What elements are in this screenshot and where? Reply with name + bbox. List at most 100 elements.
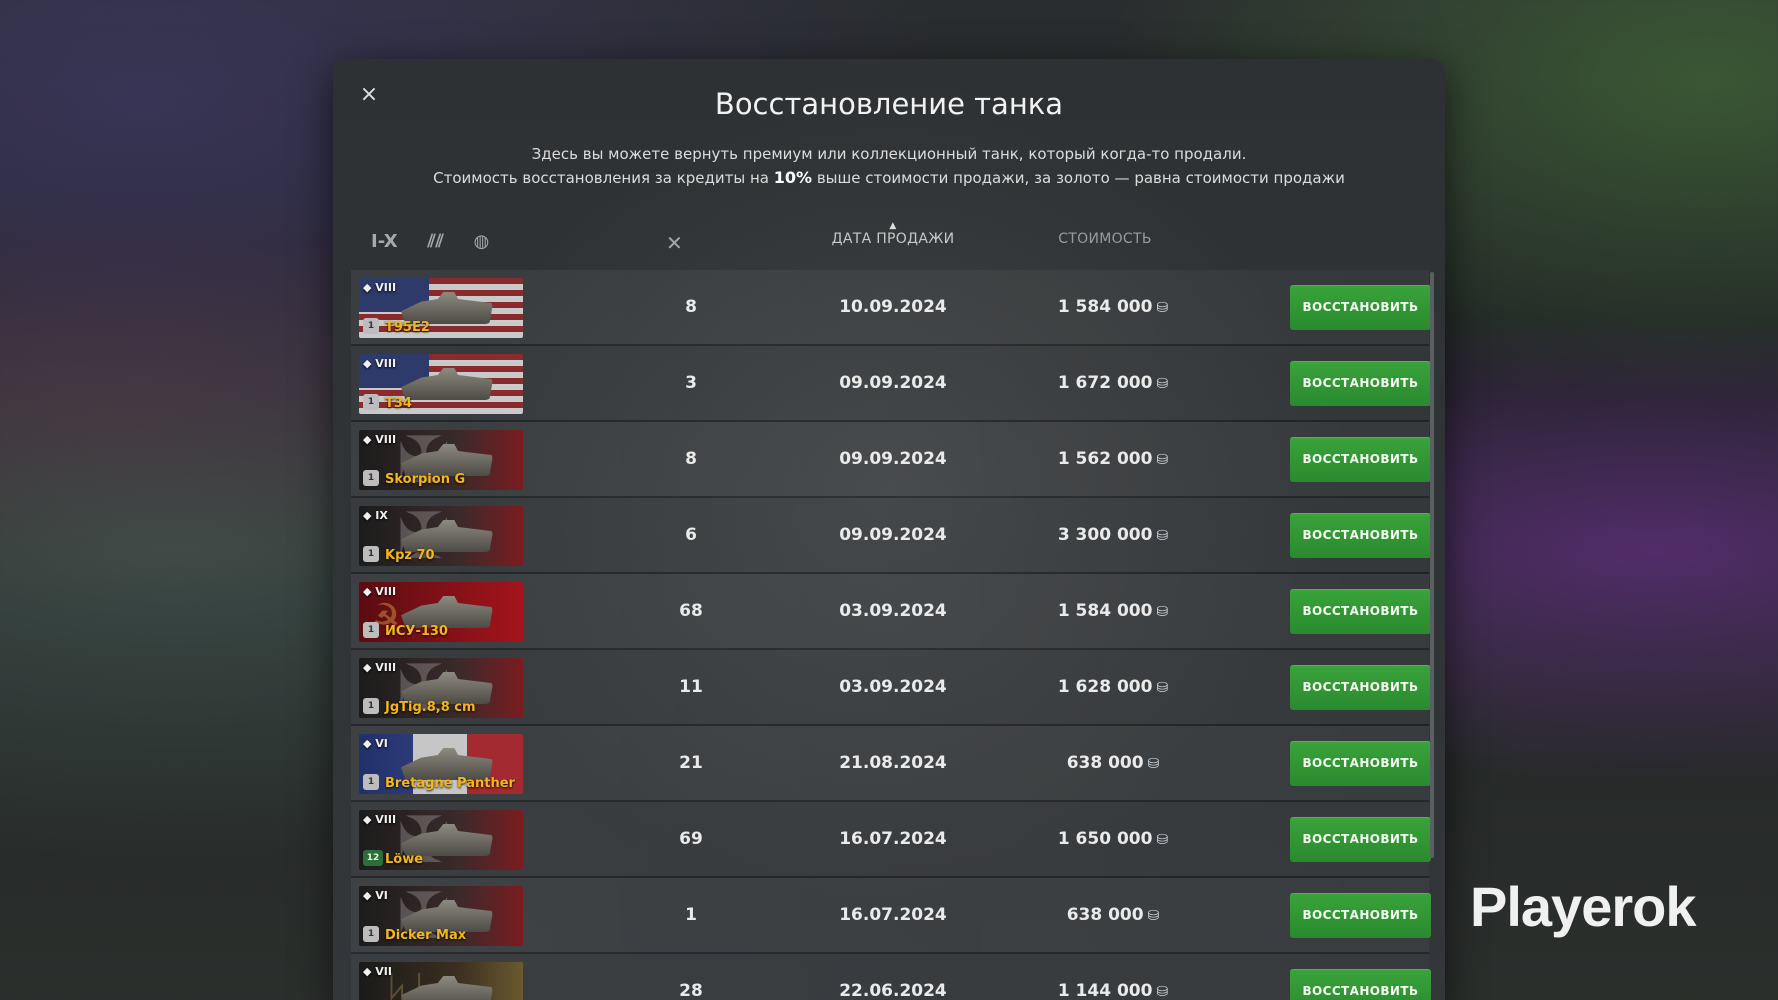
tank-row: ◆ VIII 12 Löwe 69 16.07.2024 1 650 000⛁ … [351, 802, 1431, 878]
credits-icon: ⛁ [1156, 452, 1169, 468]
restore-button[interactable]: ВОССТАНОВИТЬ [1290, 361, 1431, 406]
cost-value: 3 300 000 [1057, 525, 1153, 545]
credits-icon: ⛁ [1147, 908, 1160, 924]
mastery-badge: 1 [363, 774, 379, 790]
tank-list: ◆ VIII 1 T95E2 8 10.09.2024 1 584 000 ⛁ В… [351, 270, 1431, 1000]
tier-value: VII [375, 965, 392, 978]
cost-value: 1 584 000 [1057, 297, 1153, 317]
restore-cost: 638 000 ⛁ [1003, 753, 1223, 773]
crossed-swords-icon[interactable]: ✕ [666, 231, 683, 255]
cost-value: 1 628 000 [1057, 677, 1153, 697]
restore-cost: 1 584 000 ⛁ [1003, 297, 1223, 317]
tier-value: VIII [375, 433, 397, 446]
restore-button[interactable]: ВОССТАНОВИТЬ [1290, 817, 1431, 862]
battles-count: 8 [685, 297, 697, 317]
tier-label: ◆ VI [363, 737, 388, 750]
sale-date: 03.09.2024 [839, 601, 947, 621]
column-header-cost[interactable]: СТОИМОСТЬ [1045, 231, 1165, 247]
sale-date: 09.09.2024 [839, 449, 947, 469]
credits-icon: ⛁ [1156, 376, 1169, 392]
restore-button[interactable]: ВОССТАНОВИТЬ [1290, 437, 1431, 482]
restore-button[interactable]: ВОССТАНОВИТЬ [1290, 969, 1431, 1000]
mastery-badge: 12 [363, 850, 383, 866]
restore-tank-modal: × Восстановление танка Здесь вы можете в… [333, 59, 1445, 1000]
tank-row: ◆ VIII 1 JgTig.8,8 cm 11 03.09.2024 1 62… [351, 650, 1431, 726]
tier-value: VIII [375, 281, 397, 294]
sale-date: 10.09.2024 [839, 297, 947, 317]
tank-card: ◆ VIII 12 Löwe [359, 810, 523, 870]
battles-count: 8 [685, 449, 697, 469]
sale-date: 16.07.2024 [839, 905, 947, 925]
tank-row: ◆ VI 1 Bretagne Panther 21 21.08.2024 63… [351, 726, 1431, 802]
mastery-badge: 1 [363, 546, 379, 562]
tier-value: VIII [375, 813, 397, 826]
tank-row: ◆ VIII 1 ИСУ-130 68 03.09.2024 1 584 000… [351, 574, 1431, 650]
tier-label: ◆ IX [363, 509, 388, 522]
mastery-badge: 1 [363, 622, 379, 638]
restore-cost: 3 300 000 ⛁ [1003, 525, 1223, 545]
restore-button[interactable]: ВОССТАНОВИТЬ [1290, 513, 1431, 558]
filter-bar: I-X ⫽⫽ ◍ [371, 231, 489, 252]
restore-cost: 1 650 000 ⛁ [1003, 829, 1223, 849]
tier-label: ◆ VII [363, 965, 392, 978]
tank-image [401, 368, 493, 400]
sale-date: 09.09.2024 [839, 373, 947, 393]
restore-button[interactable]: ВОССТАНОВИТЬ [1290, 741, 1431, 786]
tank-name: Bretagne Panther [385, 776, 515, 791]
description-text: Стоимость восстановления за кредиты на [433, 169, 774, 187]
tank-name: T95E2 [385, 320, 430, 335]
tank-image [401, 976, 493, 1000]
battles-count: 28 [679, 981, 703, 1000]
watermark-logo: Playerok [1470, 875, 1696, 938]
tier-label: ◆ VIII [363, 433, 397, 446]
tank-name: Skorpion G [385, 472, 466, 487]
description-text: выше стоимости продажи, за золото — равн… [812, 169, 1345, 187]
mastery-badge: 1 [363, 698, 379, 714]
cost-value: 638 000 [1066, 753, 1144, 773]
sale-date: 22.06.2024 [839, 981, 947, 1000]
tier-label: ◆ VIII [363, 357, 397, 370]
restore-cost: 1 672 000 ⛁ [1003, 373, 1223, 393]
description-line-2: Стоимость восстановления за кредиты на 1… [333, 166, 1445, 190]
restore-cost: 1 628 000 ⛁ [1003, 677, 1223, 697]
description-percent: 10% [773, 168, 813, 187]
tank-row: ◆ IX 1 Kpz 70 6 09.09.2024 3 300 000⛁ ВО… [351, 498, 1431, 574]
tank-name: Kpz 70 [385, 548, 435, 563]
globe-icon[interactable]: ◍ [474, 231, 490, 252]
sale-date: 03.09.2024 [839, 677, 947, 697]
tank-name: ИСУ-130 [385, 624, 448, 639]
battles-count: 11 [679, 677, 703, 697]
restore-button[interactable]: ВОССТАНОВИТЬ [1290, 589, 1431, 634]
tank-name: Dicker Max [385, 928, 467, 943]
tier-value: VIII [375, 585, 397, 598]
scrollbar[interactable] [1430, 272, 1434, 858]
credits-icon: ⛁ [1156, 832, 1169, 848]
mastery-badge: 1 [363, 318, 379, 334]
battles-count: 69 [679, 829, 703, 849]
tier-value: VI [375, 737, 388, 750]
sort-arrow-icon: ▲ [889, 221, 897, 231]
mastery-badge: 1 [363, 470, 379, 486]
credits-icon: ⛁ [1156, 680, 1169, 696]
restore-button[interactable]: ВОССТАНОВИТЬ [1290, 285, 1431, 330]
tier-label: ◆ VI [363, 889, 388, 902]
credits-icon: ⛁ [1147, 756, 1160, 772]
credits-icon: ⛁ [1156, 604, 1169, 620]
column-header-date[interactable]: ▲ ДАТА ПРОДАЖИ [813, 222, 973, 248]
tier-value: IX [375, 509, 388, 522]
restore-button[interactable]: ВОССТАНОВИТЬ [1290, 893, 1431, 938]
tier-filter[interactable]: I-X [371, 231, 398, 252]
restore-button[interactable]: ВОССТАНОВИТЬ [1290, 665, 1431, 710]
tank-row: ◆ VI 1 Dicker Max 1 16.07.2024 638 000⛁ … [351, 878, 1431, 954]
tier-label: ◆ VIII [363, 281, 397, 294]
tank-card: ◆ VIII 1 Skorpion G [359, 430, 523, 490]
vehicle-type-icon[interactable]: ⫽⫽ [428, 231, 444, 252]
battles-count: 6 [685, 525, 697, 545]
tier-value: VI [375, 889, 388, 902]
tank-name: T34 [385, 396, 412, 411]
sale-date: 16.07.2024 [839, 829, 947, 849]
tank-card: ◆ VIII 1 T95E2 [359, 278, 523, 338]
column-header-date-label: ДАТА ПРОДАЖИ [831, 231, 955, 247]
credits-icon: ⛁ [1156, 300, 1169, 316]
tank-row: ◆ VIII 1 T95E2 8 10.09.2024 1 584 000 ⛁ В… [351, 270, 1431, 346]
